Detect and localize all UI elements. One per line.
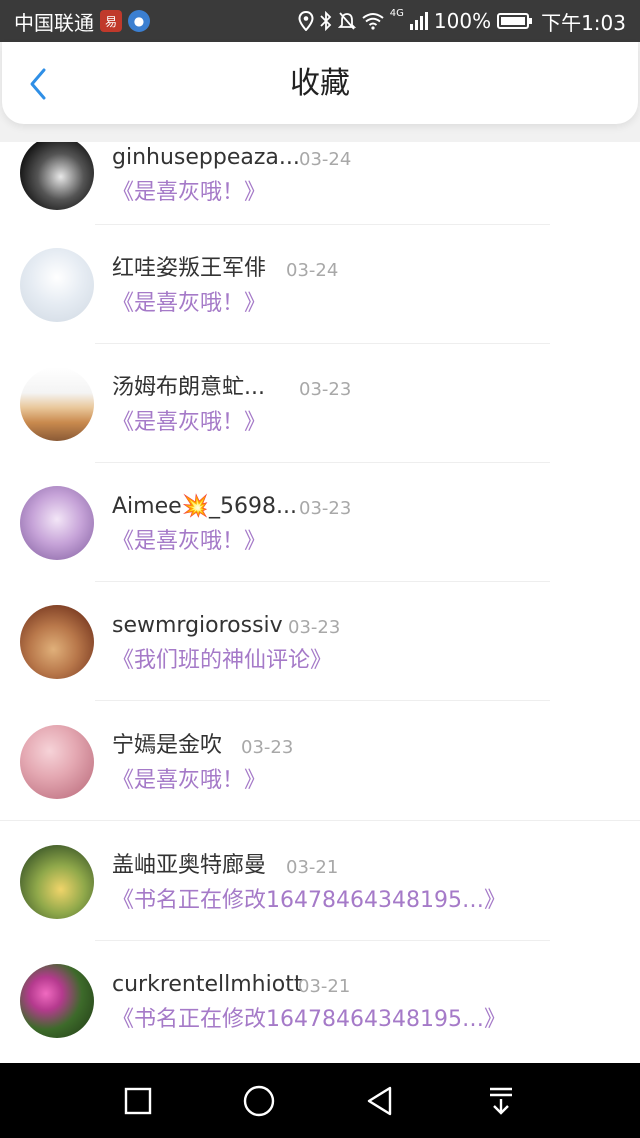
carrier-label: 中国联通	[14, 10, 94, 35]
book-title[interactable]: 《是喜灰哦！》	[112, 408, 266, 438]
battery-percent: 100%	[433, 9, 492, 33]
circle-icon	[243, 1085, 275, 1117]
avatar[interactable]	[20, 486, 94, 560]
divider	[95, 700, 550, 701]
avatar[interactable]	[20, 248, 94, 322]
item-date: 03-23	[299, 379, 352, 400]
favorites-list[interactable]: ginhuseppeaza... 03-24 《是喜灰哦！》 红哇姿叛王军俳 0…	[0, 142, 640, 1063]
user-name[interactable]: 汤姆布朗意虻...	[112, 374, 265, 402]
list-item[interactable]: 红哇姿叛王军俳 03-24 《是喜灰哦！》	[0, 225, 640, 344]
header-area: 收藏	[0, 42, 640, 142]
recents-button[interactable]	[118, 1081, 158, 1121]
square-icon	[124, 1087, 152, 1115]
clock: 下午1:03	[541, 10, 626, 35]
system-nav-bar	[0, 1063, 640, 1138]
list-item[interactable]: sewmrgiorossiv 03-23 《我们班的神仙评论》	[0, 582, 640, 701]
item-date: 03-23	[241, 737, 294, 758]
status-bar-left: 中国联通 易 ●	[14, 7, 150, 36]
avatar[interactable]	[20, 367, 94, 441]
user-name[interactable]: sewmrgiorossiv	[112, 612, 283, 640]
back-nav-button[interactable]	[360, 1081, 400, 1121]
page-title: 收藏	[290, 66, 350, 101]
location-icon	[298, 11, 314, 31]
browser-notification-icon: ●	[128, 10, 150, 32]
wifi-icon	[362, 13, 384, 30]
mute-icon	[337, 12, 356, 30]
back-triangle-icon	[367, 1086, 392, 1116]
user-name[interactable]: 盖岫亚奥特廊曼	[112, 852, 266, 880]
avatar[interactable]	[20, 964, 94, 1038]
notification-pull-button[interactable]	[481, 1081, 521, 1121]
list-item[interactable]: Aimee💥_5698... 03-23 《是喜灰哦！》	[0, 463, 640, 582]
user-name[interactable]: 宁嫣是金吹	[112, 732, 222, 760]
avatar[interactable]	[20, 845, 94, 919]
item-date: 03-23	[288, 617, 341, 638]
signal-icon	[409, 12, 428, 30]
list-item[interactable]: ginhuseppeaza... 03-24 《是喜灰哦！》	[0, 142, 640, 225]
user-name[interactable]: curkrentellmhiott	[112, 971, 302, 999]
book-title[interactable]: 《是喜灰哦！》	[112, 178, 266, 208]
notification-pull-icon	[490, 1087, 512, 1115]
battery-icon	[497, 13, 533, 29]
bluetooth-icon	[320, 11, 332, 31]
avatar[interactable]	[20, 142, 94, 210]
home-button[interactable]	[239, 1081, 279, 1121]
list-item[interactable]: 汤姆布朗意虻... 03-23 《是喜灰哦！》	[0, 344, 640, 463]
user-name[interactable]: ginhuseppeaza...	[112, 144, 300, 172]
item-date: 03-21	[298, 976, 351, 997]
item-date: 03-21	[286, 857, 339, 878]
book-title[interactable]: 《是喜灰哦！》	[112, 289, 266, 319]
book-title[interactable]: 《是喜灰哦！》	[112, 766, 266, 796]
book-title[interactable]: 《书名正在修改16478464348195…》	[112, 1005, 506, 1035]
avatar[interactable]	[20, 725, 94, 799]
list-item[interactable]: 盖岫亚奥特廊曼 03-21 《书名正在修改16478464348195…》	[0, 822, 640, 941]
user-name[interactable]: Aimee💥_5698...	[112, 493, 297, 521]
status-bar-right: 4G 100% 下午1:03	[298, 7, 626, 36]
avatar-image	[20, 142, 94, 210]
status-bar: 中国联通 易 ● 4G 100% 下午1:03	[0, 0, 640, 42]
list-item[interactable]: 宁嫣是金吹 03-23 《是喜灰哦！》	[0, 702, 640, 821]
user-name[interactable]: 红哇姿叛王军俳	[112, 255, 266, 283]
avatar[interactable]	[20, 605, 94, 679]
app-notification-icon: 易	[100, 10, 122, 32]
book-title[interactable]: 《是喜灰哦！》	[112, 527, 266, 557]
top-bar: 收藏	[2, 42, 638, 124]
item-date: 03-23	[299, 498, 352, 519]
book-title[interactable]: 《书名正在修改16478464348195…》	[112, 886, 506, 916]
book-title[interactable]: 《我们班的神仙评论》	[112, 646, 332, 676]
list-item[interactable]: curkrentellmhiott 03-21 《书名正在修改164784643…	[0, 941, 640, 1060]
divider	[0, 820, 640, 821]
item-date: 03-24	[299, 149, 352, 170]
network-type-label: 4G	[389, 7, 404, 19]
item-date: 03-24	[286, 260, 339, 281]
